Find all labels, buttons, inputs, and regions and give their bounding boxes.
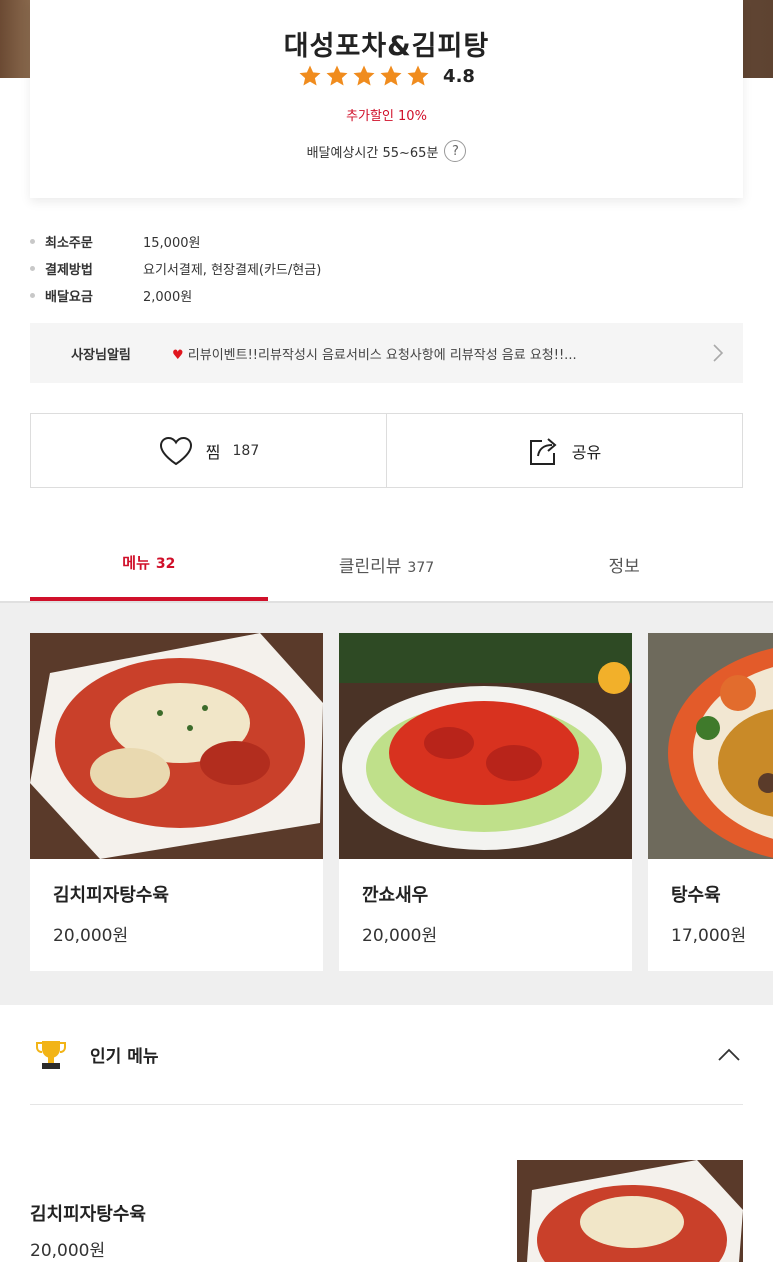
like-button[interactable]: 찜 187 <box>31 414 386 487</box>
bullet-icon <box>30 266 35 271</box>
menu-card-name: 김치피자탕수육 <box>53 885 169 906</box>
popular-menu-item[interactable]: 김치피자탕수육 20,000원 <box>30 1160 743 1262</box>
info-row-delivery-fee: 배달요금 2,000원 <box>30 282 321 309</box>
menu-card-name: 탕수육 <box>671 885 721 906</box>
tab-label: 클린리뷰 <box>338 557 402 577</box>
like-count: 187 <box>232 442 260 459</box>
store-name: 대성포차&김피탕 <box>283 31 490 62</box>
trophy-icon <box>36 1040 66 1069</box>
menu-carousel[interactable]: 김치피자탕수육 20,000원 깐쇼새우 20,000원 탕수육 17,000원 <box>30 633 773 971</box>
store-summary-card: 대성포차&김피탕 4.8 추가할인 10% 배달예상시간 55~65분 ? <box>30 0 743 198</box>
tab-label: 메뉴 <box>122 554 150 572</box>
popular-item-name: 김치피자탕수육 <box>30 1204 146 1225</box>
star-icon <box>380 65 402 86</box>
star-icon <box>407 65 429 86</box>
heart-icon <box>159 436 192 465</box>
info-value: 2,000원 <box>143 290 193 305</box>
store-tabs: 메뉴 32 클린리뷰 377 정보 <box>30 530 743 602</box>
info-label: 결제방법 <box>45 263 93 278</box>
menu-image-kimchi-pizza-tangsuyuk <box>30 633 323 859</box>
popular-item-thumbnail <box>517 1160 743 1262</box>
chevron-right-icon[interactable] <box>693 343 743 363</box>
popular-menu-header[interactable]: 인기 메뉴 <box>30 1005 743 1105</box>
store-info-list: 최소주문 15,000원 결제방법 요기서결제, 현장결제(카드/현금) 배달요… <box>30 228 321 309</box>
menu-card[interactable]: 김치피자탕수육 20,000원 <box>30 633 323 971</box>
popular-item-price: 20,000원 <box>30 1241 106 1261</box>
notice-text: ♥ 리뷰이벤트!!리뷰작성시 음료서비스 요청사항에 리뷰작성 음료 요청!!.… <box>172 344 693 363</box>
notice-label: 사장님알림 <box>71 347 131 363</box>
info-label: 배달요금 <box>45 290 93 305</box>
menu-card-name: 깐쇼새우 <box>362 885 429 906</box>
share-button[interactable]: 공유 <box>386 414 742 487</box>
delivery-time-row: 배달예상시간 55~65분 ? <box>30 140 743 162</box>
rating-row: 4.8 <box>30 64 743 88</box>
chevron-up-icon[interactable] <box>717 1043 741 1067</box>
like-label: 찜 <box>205 442 221 462</box>
info-value: 15,000원 <box>143 236 201 251</box>
red-heart-icon: ♥ <box>172 347 184 363</box>
share-icon <box>529 437 557 465</box>
info-value: 요기서결제, 현장결제(카드/현금) <box>143 263 322 278</box>
menu-card-price: 17,000원 <box>671 926 747 946</box>
star-icon <box>353 65 375 86</box>
owner-notice-banner[interactable]: 사장님알림 ♥ 리뷰이벤트!!리뷰작성시 음료서비스 요청사항에 리뷰작성 음료… <box>30 323 743 383</box>
tab-menu[interactable]: 메뉴 32 <box>30 530 268 602</box>
menu-card-price: 20,000원 <box>53 926 129 946</box>
notice-message: 리뷰이벤트!!리뷰작성시 음료서비스 요청사항에 리뷰작성 음료 요청!!... <box>187 347 577 363</box>
bullet-icon <box>30 293 35 298</box>
tab-info[interactable]: 정보 <box>505 530 743 602</box>
star-icon <box>326 65 348 86</box>
info-label: 최소주문 <box>45 236 93 251</box>
share-label: 공유 <box>571 442 602 462</box>
menu-image-tangsuyuk <box>648 633 773 859</box>
star-icon <box>299 65 321 86</box>
popular-menu-title: 인기 메뉴 <box>90 1047 159 1067</box>
menu-card[interactable]: 탕수육 17,000원 <box>648 633 773 971</box>
tab-count: 32 <box>155 556 176 572</box>
tab-reviews[interactable]: 클린리뷰 377 <box>268 530 506 602</box>
menu-card[interactable]: 깐쇼새우 20,000원 <box>339 633 632 971</box>
info-row-min-order: 최소주문 15,000원 <box>30 228 321 255</box>
discount-label: 추가할인 10% <box>346 109 427 124</box>
menu-image-kkanpung-shrimp <box>339 633 632 859</box>
tab-label: 정보 <box>608 557 640 577</box>
action-bar: 찜 187 공유 <box>30 413 743 488</box>
help-icon[interactable]: ? <box>444 140 467 162</box>
menu-carousel-area: 김치피자탕수육 20,000원 깐쇼새우 20,000원 탕수육 17,000원 <box>0 603 773 1005</box>
delivery-time: 배달예상시간 55~65분 <box>306 145 439 161</box>
menu-card-price: 20,000원 <box>362 926 438 946</box>
tab-count: 377 <box>407 560 435 576</box>
bullet-icon <box>30 239 35 244</box>
rating-value: 4.8 <box>443 65 475 87</box>
info-row-payment: 결제방법 요기서결제, 현장결제(카드/현금) <box>30 255 321 282</box>
